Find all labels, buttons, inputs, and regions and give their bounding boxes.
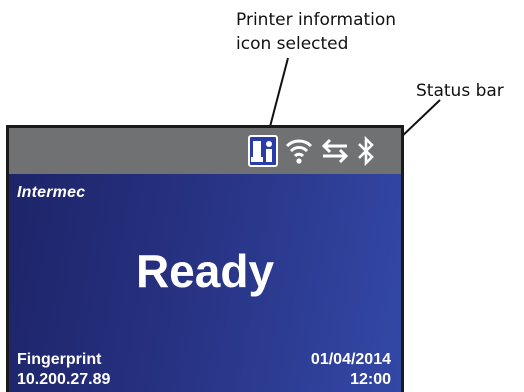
network-transfer-icon — [321, 138, 349, 164]
main-screen: Intermec Ready Fingerprint 10.200.27.89 … — [9, 174, 401, 392]
wifi-icon — [285, 139, 313, 164]
status-bar-leader-line — [397, 99, 441, 141]
printer-language: Fingerprint — [17, 351, 102, 368]
printer-status-text: Ready — [135, 245, 275, 297]
time-display: 12:00 — [350, 371, 391, 388]
ip-address: 10.200.27.89 — [17, 371, 111, 388]
intermec-logo: Intermec — [17, 184, 86, 201]
printer-display: Intermec Ready Fingerprint 10.200.27.89 … — [6, 125, 404, 392]
printer-information-icon[interactable] — [248, 135, 278, 167]
status-bar — [9, 128, 401, 174]
bluetooth-icon — [358, 135, 374, 167]
date-display: 01/04/2014 — [310, 351, 391, 368]
